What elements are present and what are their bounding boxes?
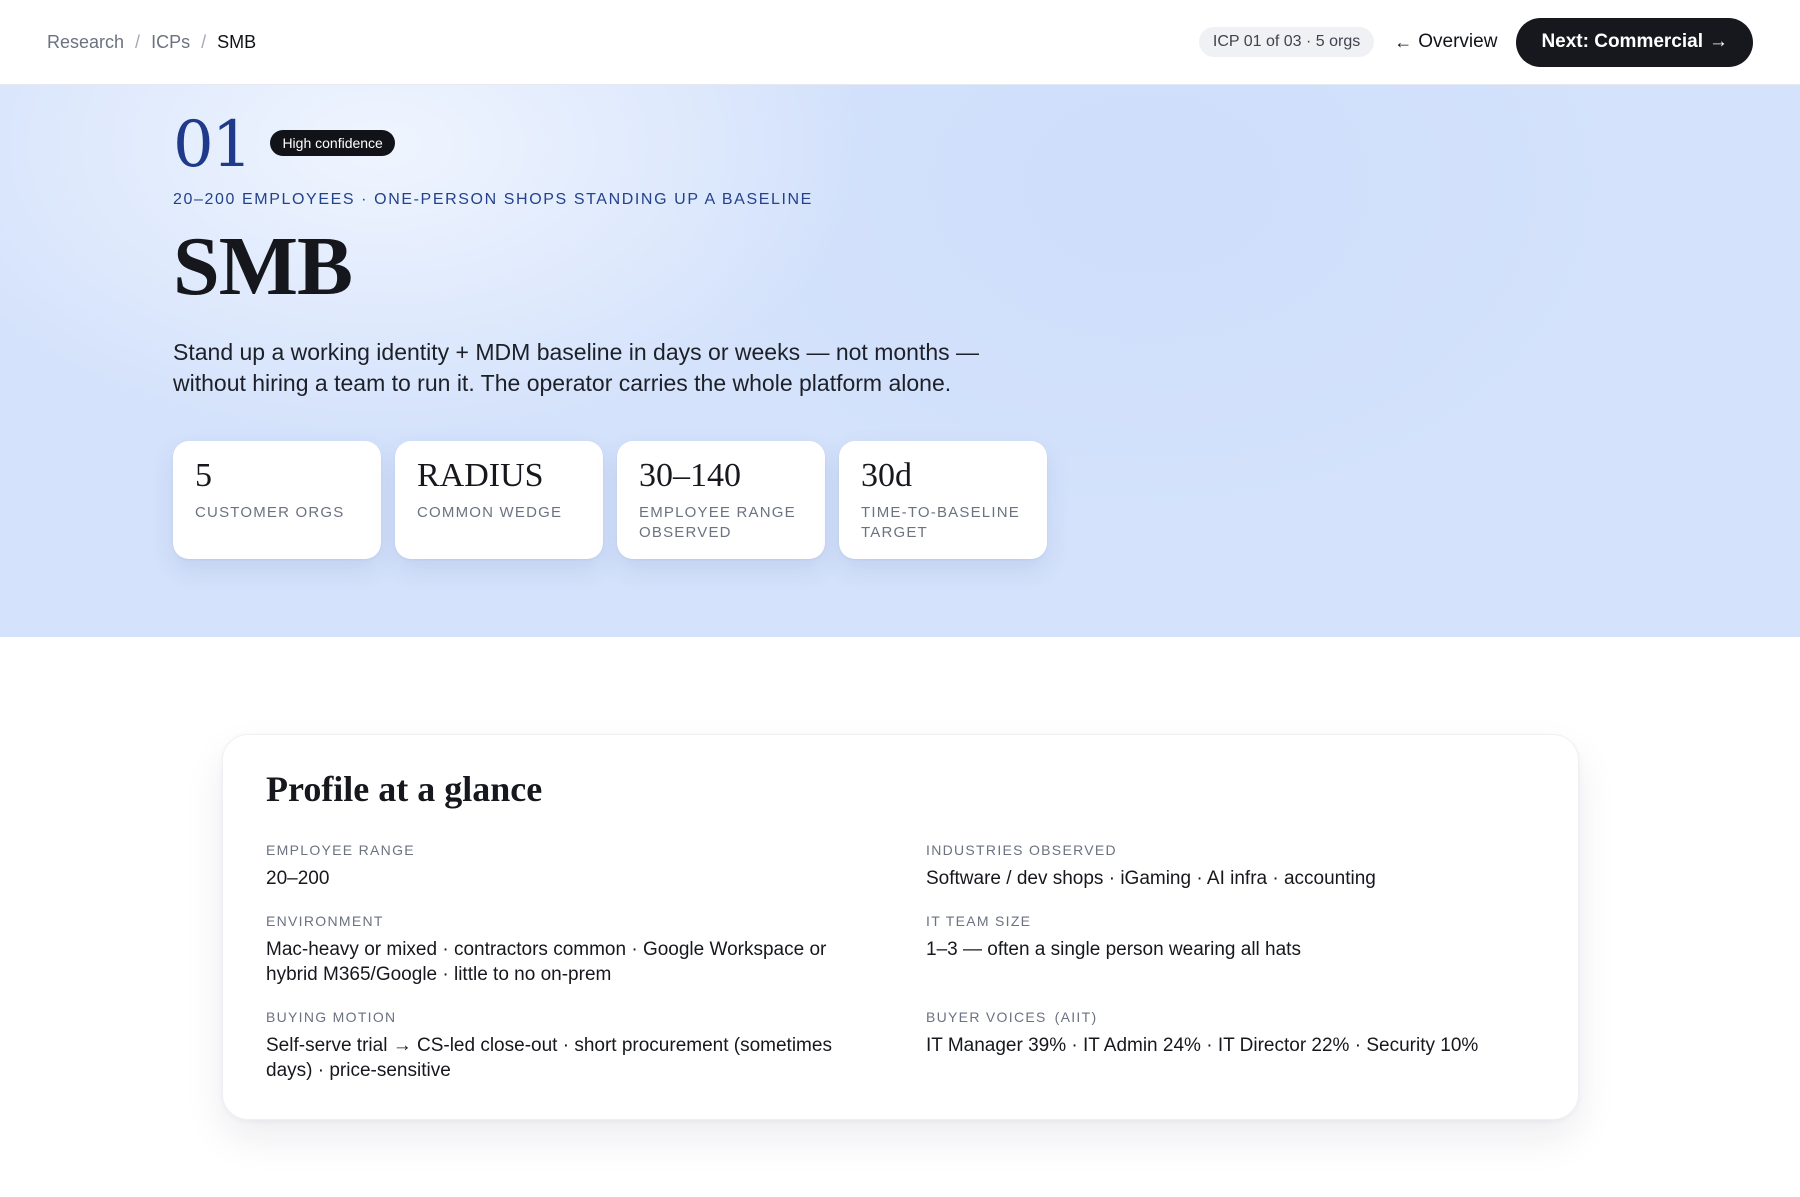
field-employee-range: Employee range 20–200 — [266, 841, 856, 912]
breadcrumb-icps-link[interactable]: ICPs — [151, 32, 190, 53]
field-label: Environment — [266, 913, 384, 929]
breadcrumb: Research / ICPs / SMB — [47, 32, 256, 53]
hero-section: 01 High confidence 20–200 employees · on… — [0, 85, 1800, 637]
stat-value: 5 — [195, 457, 212, 494]
stat-card-customer-orgs: 5 Customer orgs — [173, 441, 381, 559]
stat-card-common-wedge: RADIUS Common wedge — [395, 441, 603, 559]
page-title: SMB — [173, 220, 353, 313]
field-label-sub: (AIIT) — [1054, 1009, 1098, 1025]
breadcrumb-separator: / — [135, 31, 141, 52]
profile-title: Profile at a glance — [266, 769, 543, 809]
field-it-team-size: IT team size 1–3 — often a single person… — [926, 912, 1526, 1008]
field-value: Software / dev shops · iGaming · AI infr… — [926, 868, 1376, 889]
profile-column-right: Industries observed Software / dev shops… — [926, 841, 1526, 1083]
stat-card-employee-range: 30–140 Employee range observed — [617, 441, 825, 559]
icp-pager-badge: ICP 01 of 03 · 5 orgs — [1198, 27, 1375, 57]
profile-column-left: Employee range 20–200 Environment Mac-he… — [266, 841, 856, 1083]
breadcrumb-separator: / — [201, 31, 207, 52]
next-commercial-button[interactable]: Next: Commercial → — [1516, 17, 1753, 67]
stat-cards: 5 Customer orgs RADIUS Common wedge 30–1… — [173, 441, 1061, 559]
field-label: Industries observed — [926, 842, 1117, 858]
field-label: Employee range — [266, 842, 415, 858]
stat-value: 30d — [861, 457, 912, 494]
field-label: Buyer voices (AIIT) — [926, 1008, 1526, 1026]
field-environment: Environment Mac-heavy or mixed · contrac… — [266, 912, 856, 1008]
field-value: 20–200 — [266, 868, 330, 889]
field-value: IT Manager 39% · IT Admin 24% · IT Direc… — [926, 1035, 1479, 1056]
icp-number-row: 01 High confidence — [173, 113, 395, 177]
header-actions: ICP 01 of 03 · 5 orgs ← Overview Next: C… — [1198, 17, 1753, 67]
field-value: Self-serve trial → CS-led close-out · sh… — [266, 1035, 832, 1081]
profile-card: Profile at a glance Employee range 20–20… — [222, 734, 1579, 1120]
top-bar: Research / ICPs / SMB ICP 01 of 03 · 5 o… — [0, 0, 1800, 85]
confidence-badge: High confidence — [270, 130, 395, 156]
icp-number: 01 — [173, 108, 252, 182]
next-button-label: Next: Commercial — [1541, 31, 1703, 52]
overview-label: Overview — [1418, 31, 1498, 52]
field-value: 1–3 — often a single person wearing all … — [926, 939, 1301, 960]
segment-eyebrow: 20–200 employees · one-person shops stan… — [173, 191, 813, 208]
field-industries: Industries observed Software / dev shops… — [926, 841, 1526, 912]
stat-value: RADIUS — [417, 457, 544, 494]
stat-value: 30–140 — [639, 457, 741, 494]
arrow-right-icon: → — [1709, 31, 1728, 52]
arrow-left-icon: ← — [1394, 31, 1413, 52]
stat-label: Time-to-baseline target — [861, 504, 1020, 541]
stat-label: Employee range observed — [639, 504, 796, 541]
breadcrumb-current: SMB — [217, 31, 257, 52]
stat-label: Customer orgs — [195, 504, 345, 521]
field-value: Mac-heavy or mixed · contractors common … — [266, 939, 827, 985]
segment-description: Stand up a working identity + MDM baseli… — [173, 339, 980, 396]
stat-card-time-to-baseline: 30d Time-to-baseline target — [839, 441, 1047, 559]
profile-fields: Employee range 20–200 Environment Mac-he… — [266, 841, 1535, 1083]
field-buyer-voices: Buyer voices (AIIT) IT Manager 39% · IT A… — [926, 1008, 1526, 1058]
stat-label: Common wedge — [417, 504, 563, 521]
field-buying-motion: Buying motion Self-serve trial → CS-led … — [266, 1008, 856, 1083]
field-label: IT team size — [926, 913, 1032, 929]
overview-link[interactable]: ← Overview — [1394, 31, 1497, 53]
breadcrumb-research-link[interactable]: Research — [47, 32, 124, 53]
field-label: Buying motion — [266, 1009, 397, 1025]
field-label-text: Buyer voices — [926, 1009, 1047, 1025]
